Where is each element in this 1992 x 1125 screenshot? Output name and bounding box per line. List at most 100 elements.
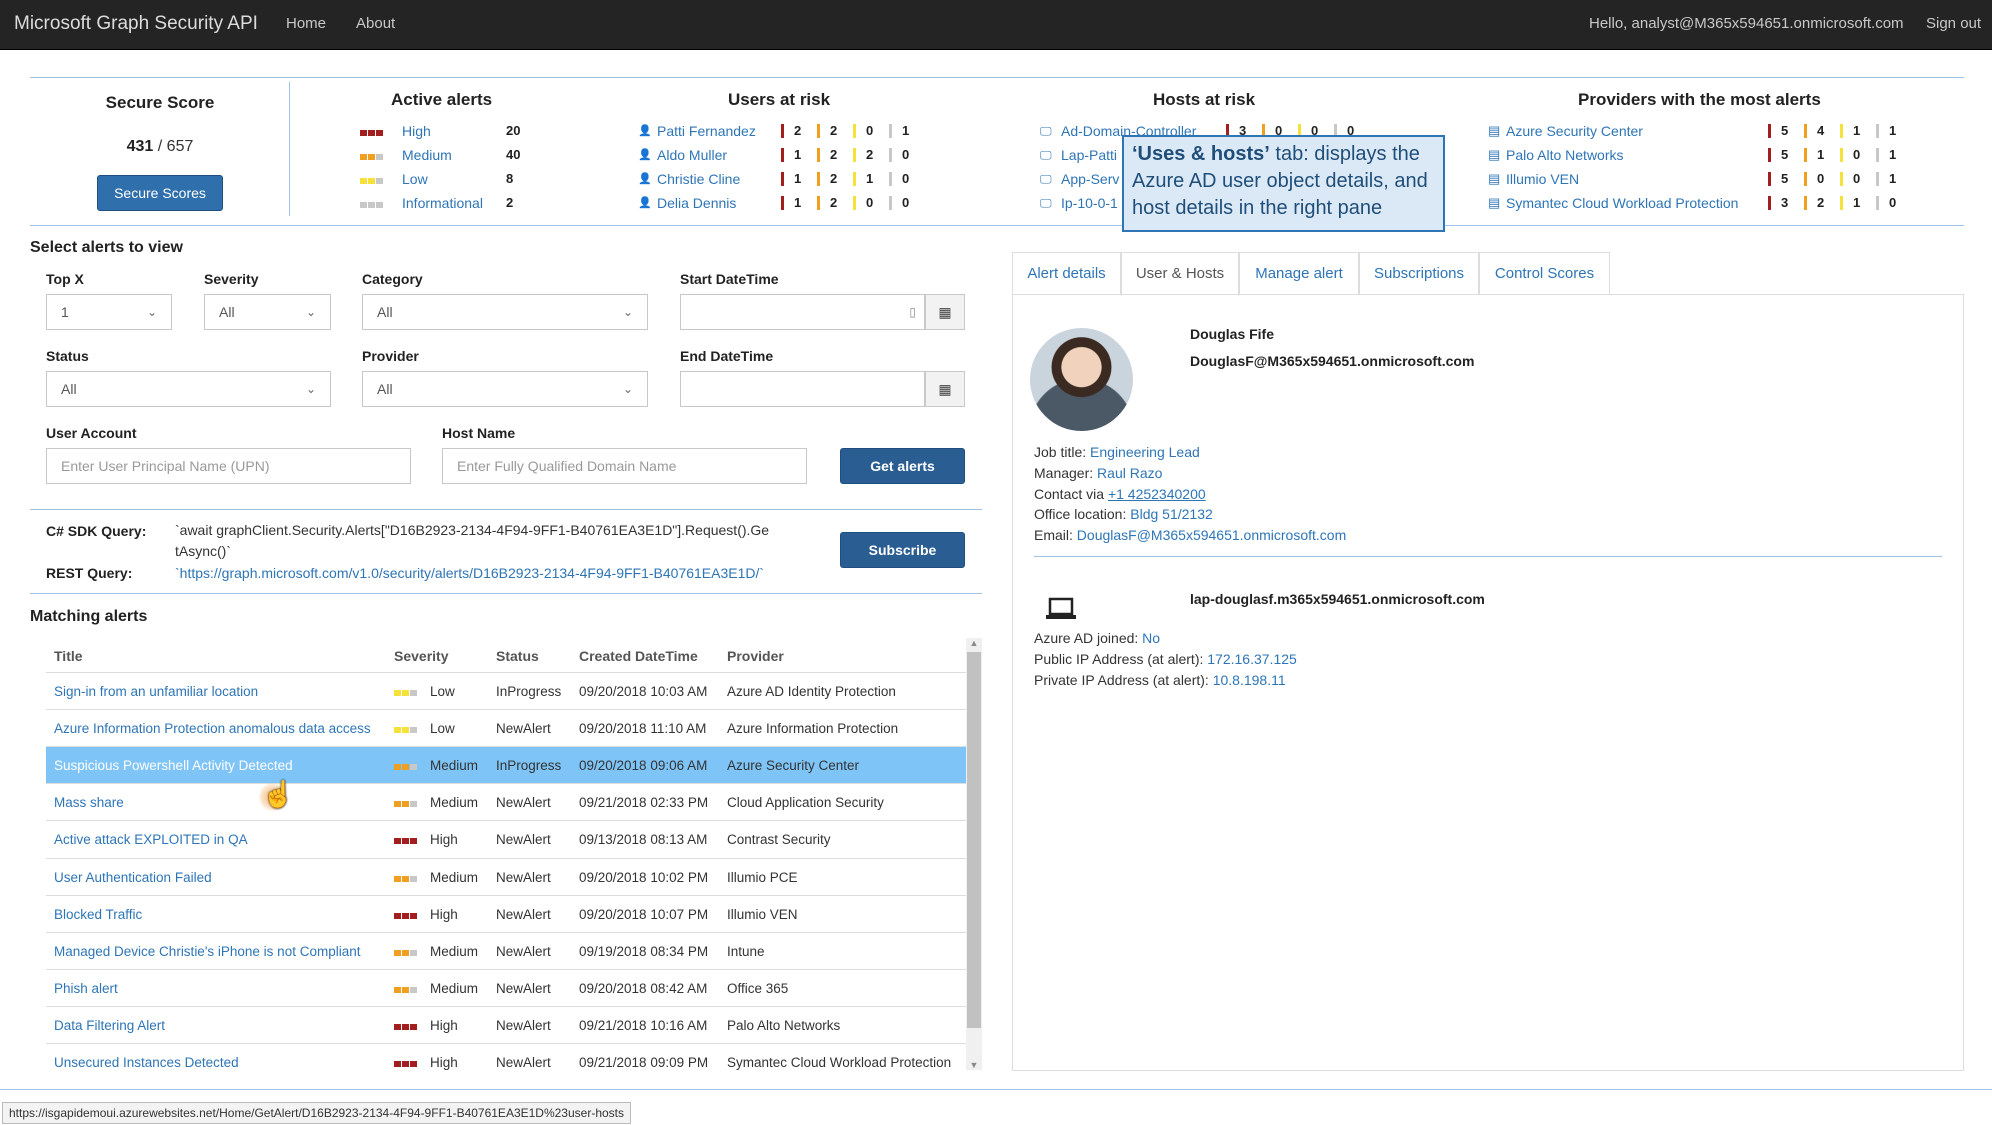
active-alert-label[interactable]: Informational <box>402 192 483 214</box>
nav-home-link[interactable]: Home <box>286 0 326 48</box>
secure-scores-button[interactable]: Secure Scores <box>97 175 223 211</box>
alert-title-link[interactable]: Data Filtering Alert <box>54 1007 165 1044</box>
tab-manage-alert[interactable]: Manage alert <box>1239 252 1359 295</box>
status-select[interactable]: All ⌄ <box>46 371 331 407</box>
subscribe-button[interactable]: Subscribe <box>840 532 965 568</box>
user-at-risk-row[interactable]: 👤 Christie Cline 1 2 1 0 <box>638 168 918 190</box>
provider-name[interactable]: Palo Alto Networks <box>1506 144 1624 166</box>
table-row[interactable]: User Authentication Failed Medium NewAlert… <box>46 857 966 896</box>
tab-user-hosts[interactable]: User & Hosts <box>1121 252 1239 296</box>
nav-about-link[interactable]: About <box>356 0 395 48</box>
alert-title-link[interactable]: Suspicious Powershell Activity Detected <box>54 747 293 784</box>
user-at-risk-row[interactable]: 👤 Aldo Muller 1 2 2 0 <box>638 144 918 166</box>
table-row[interactable]: Azure Information Protection anomalous d… <box>46 709 966 746</box>
end-calendar-button[interactable]: ▦ <box>925 371 965 407</box>
table-row[interactable]: Data Filtering Alert High NewAlert 09/21/20… <box>46 1005 966 1044</box>
alert-title-link[interactable]: Managed Device Christie's iPhone is not … <box>54 933 360 970</box>
col-created-header[interactable]: Created DateTime <box>579 648 698 664</box>
table-scrollbar[interactable]: ▲ ▼ <box>966 638 982 1070</box>
rest-query-link[interactable]: `https://graph.microsoft.com/v1.0/securi… <box>175 565 764 581</box>
app-brand[interactable]: Microsoft Graph Security API <box>14 0 258 48</box>
user-at-risk-name[interactable]: Christie Cline <box>657 168 740 190</box>
tab-alert-details[interactable]: Alert details <box>1012 252 1121 295</box>
aad-joined-value[interactable]: No <box>1142 630 1160 646</box>
active-alert-label[interactable]: High <box>402 120 431 142</box>
alert-title-link[interactable]: Azure Information Protection anomalous d… <box>54 710 371 747</box>
contact-phone-link[interactable]: +1 4252340200 <box>1108 486 1206 502</box>
table-row[interactable]: Blocked Traffic High NewAlert 09/20/2018 10… <box>46 894 966 933</box>
private-ip-value[interactable]: 10.8.198.11 <box>1213 672 1286 688</box>
start-datetime-input[interactable]: ▯ <box>680 294 925 330</box>
scrollbar-thumb[interactable] <box>967 652 981 1028</box>
host-at-risk-name[interactable]: Lap-Patti <box>1061 144 1117 166</box>
alert-title-link[interactable]: Phish alert <box>54 970 118 1007</box>
host-name-input[interactable]: Enter Fully Qualified Domain Name <box>442 448 807 484</box>
active-alert-label[interactable]: Low <box>402 168 428 190</box>
alert-title-link[interactable]: User Authentication Failed <box>54 859 212 896</box>
topx-select[interactable]: 1 ⌄ <box>46 294 172 330</box>
start-calendar-button[interactable]: ▦ <box>925 294 965 330</box>
provider-name[interactable]: Symantec Cloud Workload Protection <box>1506 192 1738 214</box>
scroll-up-icon[interactable]: ▲ <box>966 638 982 648</box>
user-at-risk-name[interactable]: Aldo Muller <box>657 144 727 166</box>
user-at-risk-name[interactable]: Patti Fernandez <box>657 120 756 142</box>
table-row[interactable]: Suspicious Powershell Activity Detected M… <box>46 746 966 784</box>
alert-title-link[interactable]: Active attack EXPLOITED in QA <box>54 821 248 858</box>
provider-select[interactable]: All ⌄ <box>362 371 648 407</box>
active-alert-row[interactable]: Medium 40 <box>360 144 530 166</box>
user-account-input[interactable]: Enter User Principal Name (UPN) <box>46 448 411 484</box>
alert-status: NewAlert <box>496 832 551 848</box>
active-alert-row[interactable]: Informational 2 <box>360 192 530 214</box>
user-at-risk-row[interactable]: 👤 Patti Fernandez 2 2 0 1 <box>638 120 918 142</box>
risk-count: 5 <box>1781 147 1789 162</box>
provider-row[interactable]: ▤ Illumio VEN 5 0 0 1 <box>1488 168 1908 190</box>
table-row[interactable]: Active attack EXPLOITED in QA High NewAler… <box>46 820 966 857</box>
category-select[interactable]: All ⌄ <box>362 294 648 330</box>
active-alert-row[interactable]: Low 8 <box>360 168 530 190</box>
host-at-risk-name[interactable]: Ip-10-0-1 <box>1061 192 1118 214</box>
table-row[interactable]: Managed Device Christie's iPhone is not … <box>46 931 966 970</box>
provider-name[interactable]: Azure Security Center <box>1506 120 1643 142</box>
query-bottom-rule <box>30 593 982 594</box>
public-ip-value[interactable]: 172.16.37.125 <box>1207 651 1297 667</box>
computer-icon: 🖵 <box>1040 172 1052 186</box>
alert-title-link[interactable]: Mass share <box>54 784 124 821</box>
sign-out-link[interactable]: Sign out <box>1926 0 1981 48</box>
email-link[interactable]: DouglasF@M365x594651.onmicrosoft.com <box>1077 527 1346 543</box>
manager-link[interactable]: Raul Razo <box>1097 465 1162 481</box>
sdk-query-text[interactable]: `await graphClient.Security.Alerts["D16B… <box>175 520 769 562</box>
scroll-down-icon[interactable]: ▼ <box>966 1060 982 1070</box>
user-at-risk-row[interactable]: 👤 Delia Dennis 1 2 0 0 <box>638 192 918 214</box>
table-row[interactable]: Phish alert Medium NewAlert 09/20/2018 08:4… <box>46 968 966 1007</box>
provider-name[interactable]: Illumio VEN <box>1506 168 1579 190</box>
provider-row[interactable]: ▤ Symantec Cloud Workload Protection 3 2 1 0 <box>1488 192 1908 214</box>
user-at-risk-name[interactable]: Delia Dennis <box>657 192 736 214</box>
risk-count: 1 <box>866 171 874 186</box>
count-bar <box>817 148 820 162</box>
secure-score-value: 431 / 657 <box>126 138 194 155</box>
provider-row[interactable]: ▤ Azure Security Center 5 4 1 1 <box>1488 120 1908 142</box>
col-title-header[interactable]: Title <box>54 648 83 664</box>
alert-title-link[interactable]: Unsecured Instances Detected <box>54 1044 239 1081</box>
end-datetime-input[interactable] <box>680 371 925 407</box>
active-alert-row[interactable]: High 20 <box>360 120 530 142</box>
alert-title-link[interactable]: Blocked Traffic <box>54 896 142 933</box>
alert-title-link[interactable]: Sign-in from an unfamiliar location <box>54 673 258 710</box>
col-provider-header[interactable]: Provider <box>727 648 784 664</box>
severity-select[interactable]: All ⌄ <box>204 294 331 330</box>
category-label: Category <box>362 271 423 287</box>
table-row[interactable]: Sign-in from an unfamiliar location Low In… <box>46 672 966 709</box>
col-status-header[interactable]: Status <box>496 648 539 664</box>
table-row[interactable]: Mass share Medium NewAlert 09/21/2018 02:33… <box>46 783 966 820</box>
get-alerts-button[interactable]: Get alerts <box>840 448 965 484</box>
host-at-risk-name[interactable]: App-Serv <box>1061 168 1119 190</box>
col-severity-header[interactable]: Severity <box>394 648 448 664</box>
table-row[interactable]: Unsecured Instances Detected High NewAlert… <box>46 1043 966 1080</box>
user-greeting[interactable]: Hello, analyst@M365x594651.onmicrosoft.c… <box>1589 0 1904 48</box>
active-alert-label[interactable]: Medium <box>402 144 452 166</box>
tab-subscriptions[interactable]: Subscriptions <box>1359 252 1479 295</box>
job-title-link[interactable]: Engineering Lead <box>1090 444 1200 460</box>
tab-control-scores[interactable]: Control Scores <box>1479 252 1610 295</box>
provider-row[interactable]: ▤ Palo Alto Networks 5 1 0 1 <box>1488 144 1908 166</box>
office-link[interactable]: Bldg 51/2132 <box>1130 506 1213 522</box>
